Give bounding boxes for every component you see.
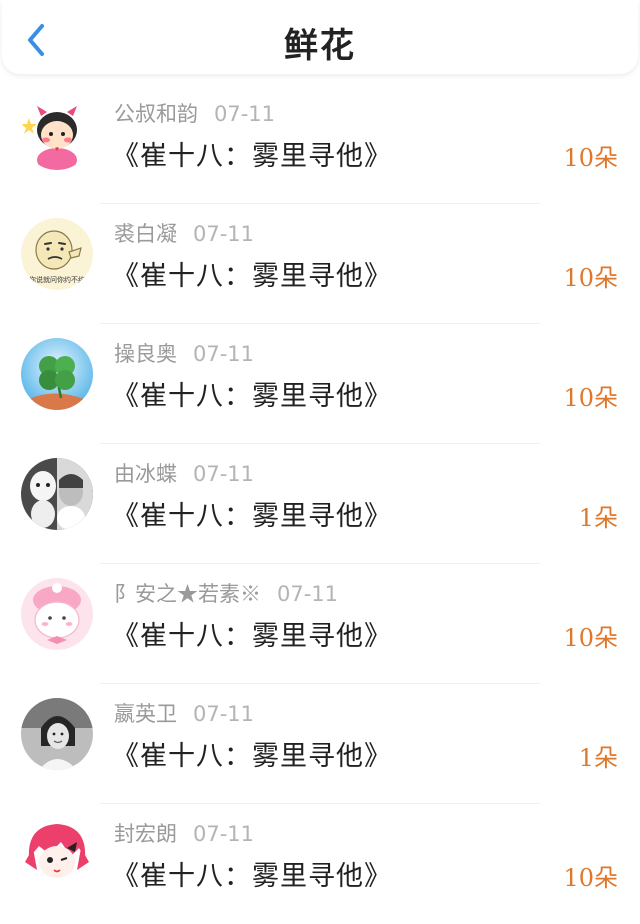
date: 07-11 <box>214 102 276 126</box>
clover-avatar[interactable] <box>21 338 93 410</box>
username: 嬴英卫 <box>114 702 177 726</box>
flower-count: 1朵 <box>578 504 618 532</box>
pink-anime-avatar[interactable] <box>21 818 93 890</box>
date: 07-11 <box>193 822 255 846</box>
item-meta: 封宏朗 07-11 <box>114 818 254 848</box>
cartoon-girl-avatar[interactable] <box>21 98 93 170</box>
username: 公叔和韵 <box>114 102 198 126</box>
book-title: 《崔十八：雾里寻他》 <box>112 381 392 412</box>
list-item[interactable]: 阝安之★若素※ 07-11 《崔十八：雾里寻他》 10朵 <box>0 564 640 684</box>
flower-count: 10朵 <box>563 624 618 652</box>
list-item[interactable]: 操良奥 07-11 《崔十八：雾里寻他》 10朵 <box>0 324 640 444</box>
item-meta: 操良奥 07-11 <box>114 338 254 368</box>
top-bar: 鲜花 <box>2 0 638 74</box>
date: 07-11 <box>193 702 255 726</box>
flower-list: 公叔和韵 07-11 《崔十八：雾里寻他》 10朵 你说就问你约不约 裘白凝 07-… <box>0 84 640 924</box>
book-title: 《崔十八：雾里寻他》 <box>112 741 392 772</box>
pink-bunny-avatar[interactable] <box>21 578 93 650</box>
item-meta: 裘白凝 07-11 <box>114 218 254 248</box>
list-item[interactable]: 封宏朗 07-11 《崔十八：雾里寻他》 10朵 <box>0 804 640 924</box>
item-meta: 阝安之★若素※ 07-11 <box>114 578 338 608</box>
item-meta: 嬴英卫 07-11 <box>114 698 254 728</box>
book-title: 《崔十八：雾里寻他》 <box>112 861 392 892</box>
date: 07-11 <box>277 582 339 606</box>
username: 阝安之★若素※ <box>114 582 261 606</box>
meme-face-avatar[interactable]: 你说就问你约不约 <box>21 218 93 290</box>
date: 07-11 <box>193 222 255 246</box>
book-title: 《崔十八：雾里寻他》 <box>112 621 392 652</box>
item-meta: 公叔和韵 07-11 <box>114 98 275 128</box>
bw-photo-avatar[interactable] <box>21 698 93 770</box>
item-meta: 由冰蝶 07-11 <box>114 458 254 488</box>
username: 由冰蝶 <box>114 462 177 486</box>
username: 操良奥 <box>114 342 177 366</box>
page-title: 鲜花 <box>284 26 356 66</box>
book-title: 《崔十八：雾里寻他》 <box>112 261 392 292</box>
flower-count: 10朵 <box>563 864 618 892</box>
avatar-caption: 你说就问你约不约 <box>29 275 85 284</box>
date: 07-11 <box>193 462 255 486</box>
username: 封宏朗 <box>114 822 177 846</box>
photo-avatar[interactable] <box>21 458 93 530</box>
flower-count: 1朵 <box>578 744 618 772</box>
list-item[interactable]: 你说就问你约不约 裘白凝 07-11 《崔十八：雾里寻他》 10朵 <box>0 204 640 324</box>
flower-count: 10朵 <box>563 144 618 172</box>
book-title: 《崔十八：雾里寻他》 <box>112 501 392 532</box>
list-item[interactable]: 由冰蝶 07-11 《崔十八：雾里寻他》 1朵 <box>0 444 640 564</box>
book-title: 《崔十八：雾里寻他》 <box>112 141 392 172</box>
flower-count: 10朵 <box>563 384 618 412</box>
username: 裘白凝 <box>114 222 177 246</box>
flower-count: 10朵 <box>563 264 618 292</box>
date: 07-11 <box>193 342 255 366</box>
list-item[interactable]: 公叔和韵 07-11 《崔十八：雾里寻他》 10朵 <box>0 84 640 204</box>
list-item[interactable]: 嬴英卫 07-11 《崔十八：雾里寻他》 1朵 <box>0 684 640 804</box>
